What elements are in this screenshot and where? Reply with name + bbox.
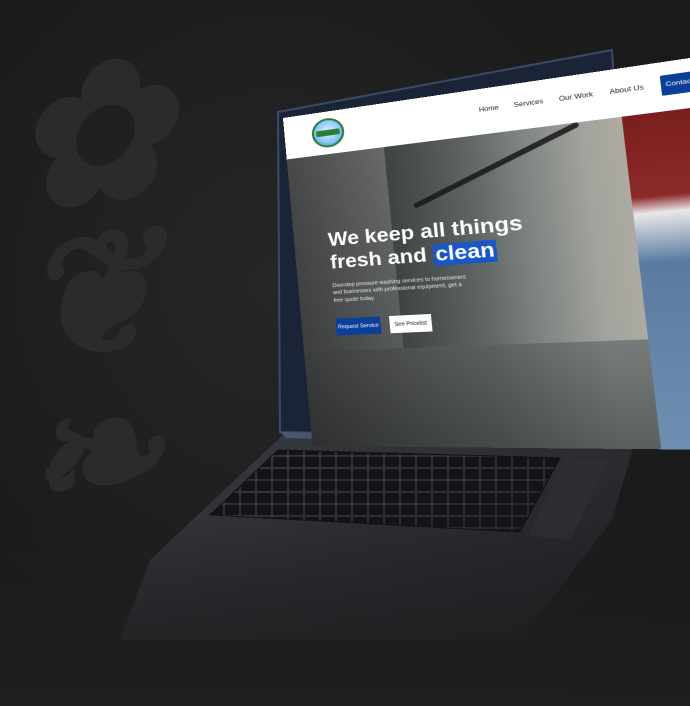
nav-link-services[interactable]: Services <box>514 99 544 109</box>
request-service-button[interactable]: Request Service <box>335 316 382 336</box>
nav-link-about-us[interactable]: About Us <box>609 85 644 96</box>
hero-section: We keep all things fresh and clean Doors… <box>286 101 690 451</box>
laptop-screen: We keep all things fresh and clean Doors… <box>0 0 690 706</box>
nav-link-home[interactable]: Home <box>479 105 500 114</box>
mockup-stage: ✿ ❦ ❧ ❦ ✿ <box>0 0 690 706</box>
hero-title-highlight: clean <box>431 239 499 266</box>
nav-link-our-work[interactable]: Our Work <box>559 92 594 103</box>
company-logo-icon[interactable] <box>310 116 346 150</box>
hero-dark-overlay <box>286 101 690 451</box>
main-navigation: Home Services Our Work About Us <box>479 85 645 114</box>
website-screen: We keep all things fresh and clean Doors… <box>283 51 690 451</box>
see-pricelist-button[interactable]: See Pricelist <box>388 313 433 334</box>
contact-us-button[interactable]: Contact Us <box>659 68 690 96</box>
